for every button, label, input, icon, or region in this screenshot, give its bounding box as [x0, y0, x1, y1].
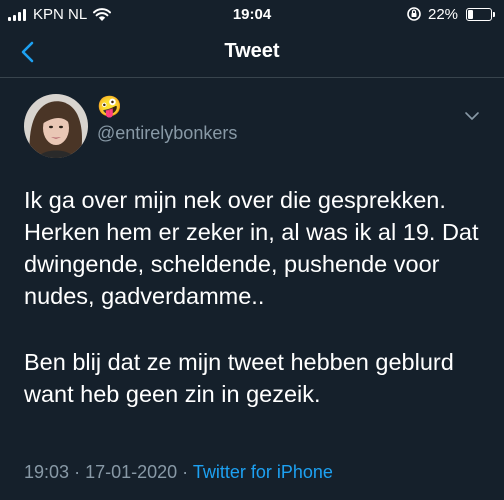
tweet-time: 19:03 — [24, 462, 70, 482]
avatar[interactable] — [24, 94, 88, 158]
battery-fill — [468, 10, 473, 19]
battery-cap — [493, 12, 495, 17]
tweet-paragraph: Ben blij dat ze mijn tweet hebben geblur… — [24, 349, 454, 407]
navigation-bar: Tweet — [0, 28, 504, 78]
battery-percent: 22% — [428, 6, 459, 23]
orientation-lock-icon — [407, 7, 421, 21]
tweet-source-link[interactable]: Twitter for iPhone — [193, 462, 333, 482]
chevron-down-icon[interactable] — [462, 106, 482, 126]
page-title: Tweet — [224, 40, 280, 62]
meta-separator: · — [74, 462, 81, 482]
profile-emoji: 🤪 — [97, 96, 122, 118]
tweet-date: 17-01-2020 — [85, 462, 178, 482]
avatar-image — [24, 94, 88, 158]
battery-icon — [466, 8, 492, 21]
meta-separator: · — [182, 462, 189, 482]
author-handle[interactable]: @entirelybonkers — [97, 123, 237, 144]
tweet-meta: 19:03 · 17-01-2020 · Twitter for iPhone — [24, 462, 333, 483]
tweet-paragraph: Ik ga over mijn nek over die gesprekken.… — [24, 187, 479, 309]
status-bar: KPN NL 19:04 22% — [0, 0, 504, 28]
